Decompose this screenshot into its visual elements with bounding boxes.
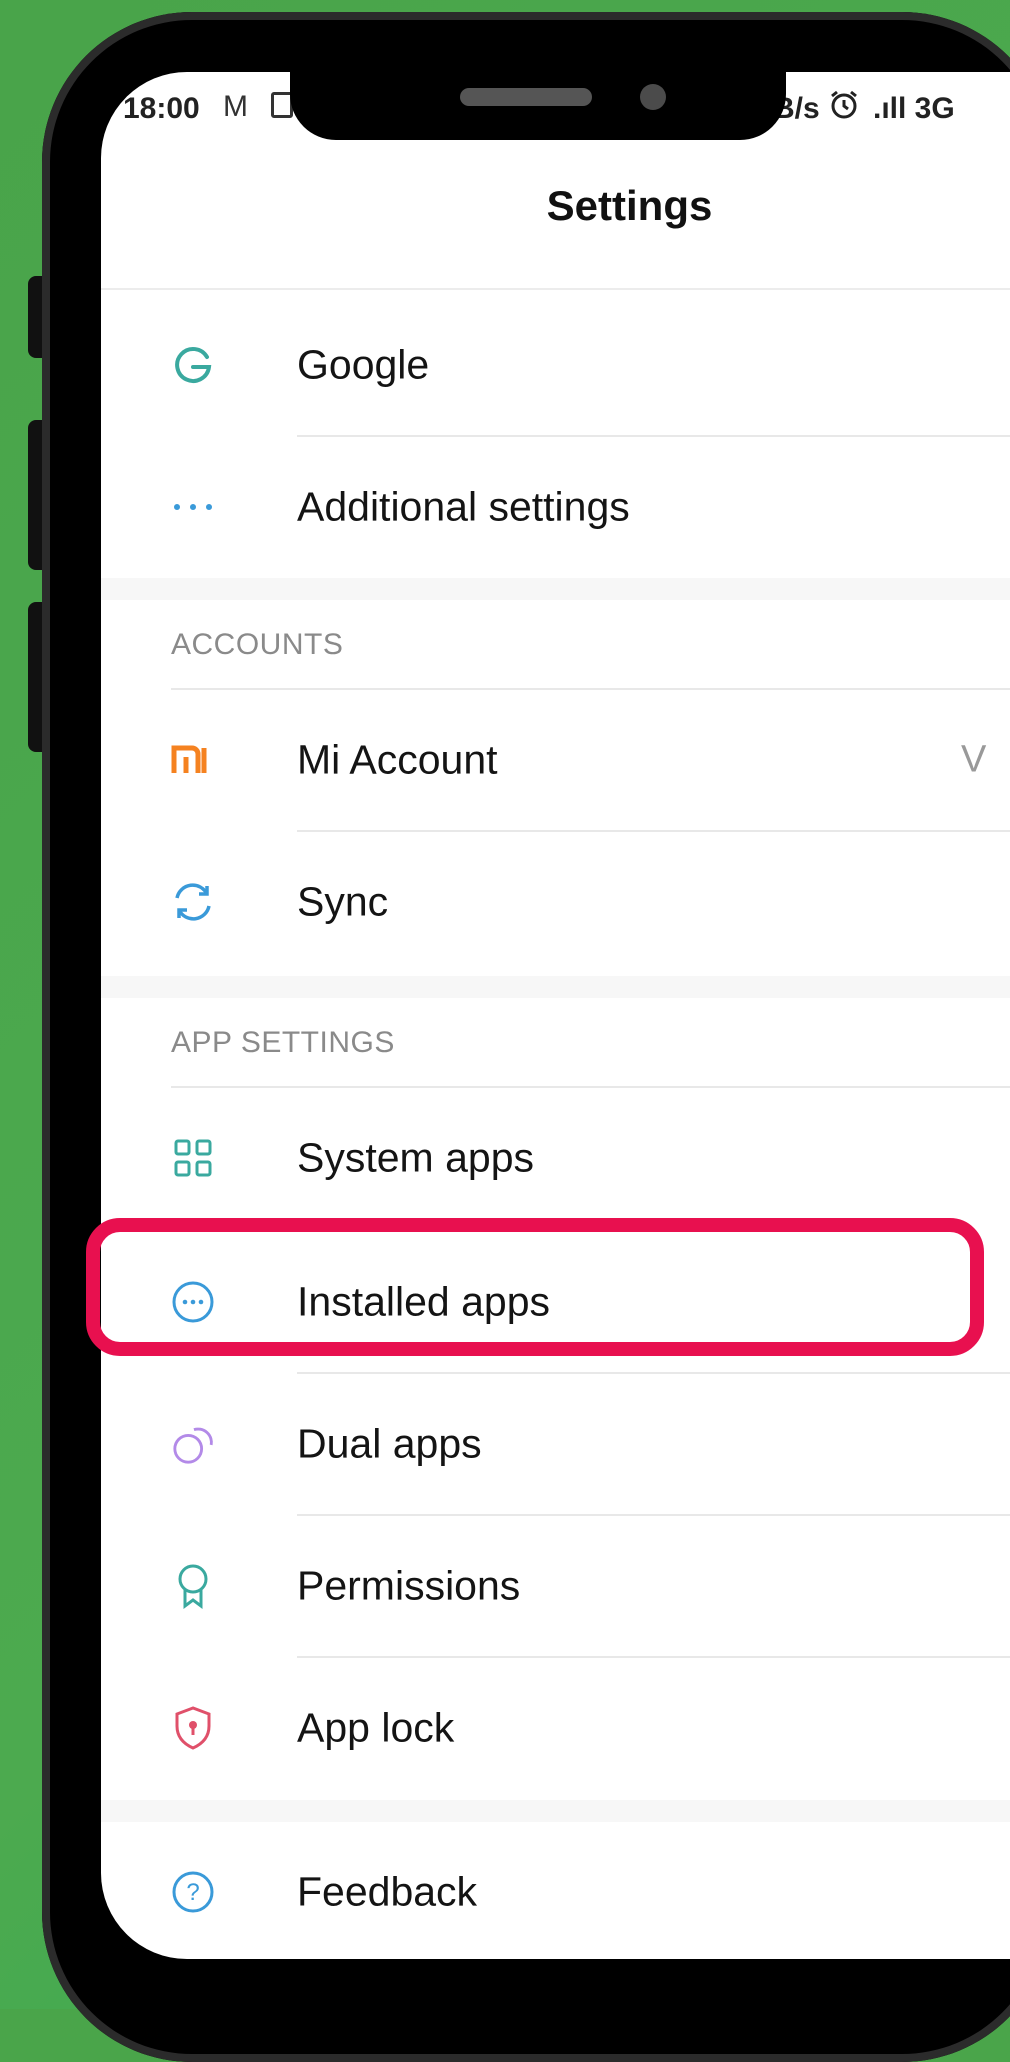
signal-3g: .ıll 3G [873, 92, 955, 125]
settings-item-label: Mi Account [297, 736, 498, 783]
earpiece-speaker [460, 88, 592, 106]
settings-item-label: System apps [297, 1134, 534, 1181]
settings-item-dual-apps[interactable]: Dual apps [101, 1374, 1010, 1514]
help-circle-icon: ? [171, 1870, 215, 1914]
settings-item-label: Google [297, 341, 430, 388]
section-header-accounts: ACCOUNTS [171, 628, 344, 661]
settings-item-label: Additional settings [297, 483, 630, 530]
status-time: 18:00 [123, 92, 200, 125]
section-gap [101, 1800, 1010, 1822]
settings-item-label: Sync [297, 878, 389, 925]
section-gap [101, 578, 1010, 600]
settings-item-additional[interactable]: Additional settings [101, 437, 1010, 577]
sync-icon [171, 880, 215, 924]
settings-item-label: App lock [297, 1704, 455, 1751]
settings-item-sync[interactable]: Sync [101, 832, 1010, 972]
settings-item-mi-account[interactable]: Mi Account V [101, 690, 1010, 830]
phone-notch [290, 60, 786, 140]
settings-item-system-apps[interactable]: System apps [101, 1088, 1010, 1228]
svg-text:?: ? [186, 1879, 199, 1906]
front-camera [640, 84, 666, 110]
alarm-clock-icon [828, 88, 860, 128]
settings-item-feedback[interactable]: ? Feedback [101, 1822, 1010, 1959]
page-title: Settings [546, 182, 713, 229]
phone-screen: 18:00 M B/s .ıll 3G Settings Google Addi… [101, 72, 1010, 1959]
highlight-box-installed-apps [86, 1218, 984, 1356]
grid-icon [171, 1136, 215, 1180]
badge-icon [171, 1564, 215, 1609]
section-gap [101, 976, 1010, 998]
shield-icon [171, 1706, 215, 1750]
settings-item-permissions[interactable]: Permissions [101, 1516, 1010, 1656]
dual-circles-icon [171, 1422, 215, 1466]
settings-item-label: Dual apps [297, 1420, 482, 1467]
header-divider [101, 288, 1010, 290]
settings-item-google[interactable]: Google [101, 295, 1010, 435]
google-icon [171, 343, 215, 387]
more-dots-icon [171, 485, 215, 529]
settings-item-label: Feedback [297, 1868, 478, 1915]
mi-logo-icon [171, 738, 215, 782]
section-header-app-settings: APP SETTINGS [171, 1026, 395, 1059]
settings-item-label: Permissions [297, 1562, 521, 1609]
mi-account-value: V [961, 738, 987, 781]
settings-item-app-lock[interactable]: App lock [101, 1658, 1010, 1798]
gmail-icon: M [223, 90, 248, 123]
